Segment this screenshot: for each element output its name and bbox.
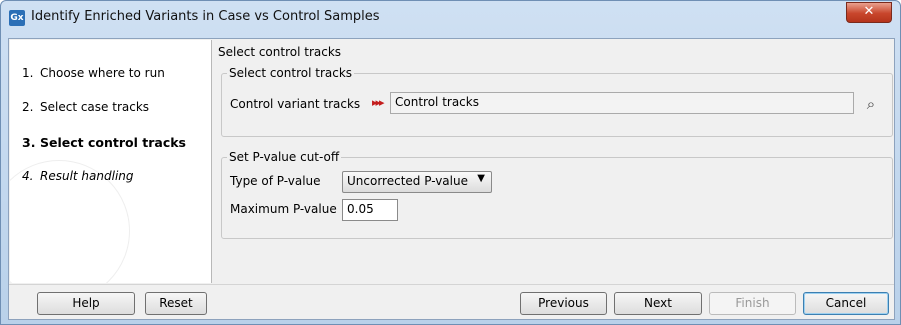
step-content: Select control tracks Select control tra… <box>213 39 894 284</box>
pvalue-type-select[interactable]: Uncorrected P-value ▼ <box>342 171 492 193</box>
next-button[interactable]: Next <box>614 292 702 315</box>
step-result-handling: 4. Result handling <box>22 169 134 183</box>
wizard-steps-panel: 1. Choose where to run 2. Select case trac… <box>10 40 212 283</box>
step-label: Result handling <box>40 169 134 183</box>
step-choose-where-to-run: 1. Choose where to run <box>22 66 165 80</box>
dialog-window: Gx Identify Enriched Variants in Case vs… <box>0 0 901 325</box>
dialog-body: 1. Choose where to run 2. Select case trac… <box>8 38 895 320</box>
close-button[interactable]: ✕ <box>846 2 892 23</box>
dialog-footer: Help Reset Previous Next Finish Cancel <box>9 284 894 320</box>
browse-button[interactable]: ⌕ <box>860 93 882 115</box>
chevron-down-icon: ▼ <box>477 173 485 184</box>
close-icon: ✕ <box>863 4 875 19</box>
control-variant-tracks-label: Control variant tracks <box>230 97 361 111</box>
step-select-control-tracks: 3. Select control tracks <box>22 135 186 150</box>
variant-track-icon: ▸▸▸ <box>372 96 385 109</box>
reset-button[interactable]: Reset <box>145 292 207 315</box>
step-number: 4. <box>22 169 34 183</box>
content-title: Select control tracks <box>218 45 342 59</box>
cancel-button[interactable]: Cancel <box>803 292 889 315</box>
max-pvalue-label: Maximum P-value <box>230 202 337 216</box>
pvalue-type-value: Uncorrected P-value <box>347 174 468 188</box>
step-label: Select control tracks <box>40 135 186 150</box>
step-select-case-tracks: 2. Select case tracks <box>22 100 149 114</box>
previous-button[interactable]: Previous <box>520 292 607 315</box>
pvalue-type-label: Type of P-value <box>230 174 321 188</box>
max-pvalue-input[interactable]: 0.05 <box>342 199 398 221</box>
step-number: 3. <box>22 135 36 150</box>
step-number: 2. <box>22 100 34 114</box>
window-title: Identify Enriched Variants in Case vs Co… <box>31 9 380 24</box>
finish-button: Finish <box>709 292 796 315</box>
pvalue-cutoff-group: Set P-value cut-off Type of P-value Unco… <box>221 150 893 239</box>
group-legend: Select control tracks <box>227 66 355 80</box>
help-button[interactable]: Help <box>37 292 135 315</box>
control-tracks-group: Select control tracks Control variant tr… <box>221 66 893 137</box>
step-label: Choose where to run <box>40 66 165 80</box>
title-bar[interactable]: Gx Identify Enriched Variants in Case vs… <box>1 1 900 35</box>
step-number: 1. <box>22 66 34 80</box>
group-legend: Set P-value cut-off <box>227 150 342 164</box>
control-tracks-field[interactable]: Control tracks <box>390 92 854 114</box>
step-label: Select case tracks <box>40 100 150 114</box>
browse-icon: ⌕ <box>866 95 876 113</box>
app-icon: Gx <box>9 10 25 26</box>
